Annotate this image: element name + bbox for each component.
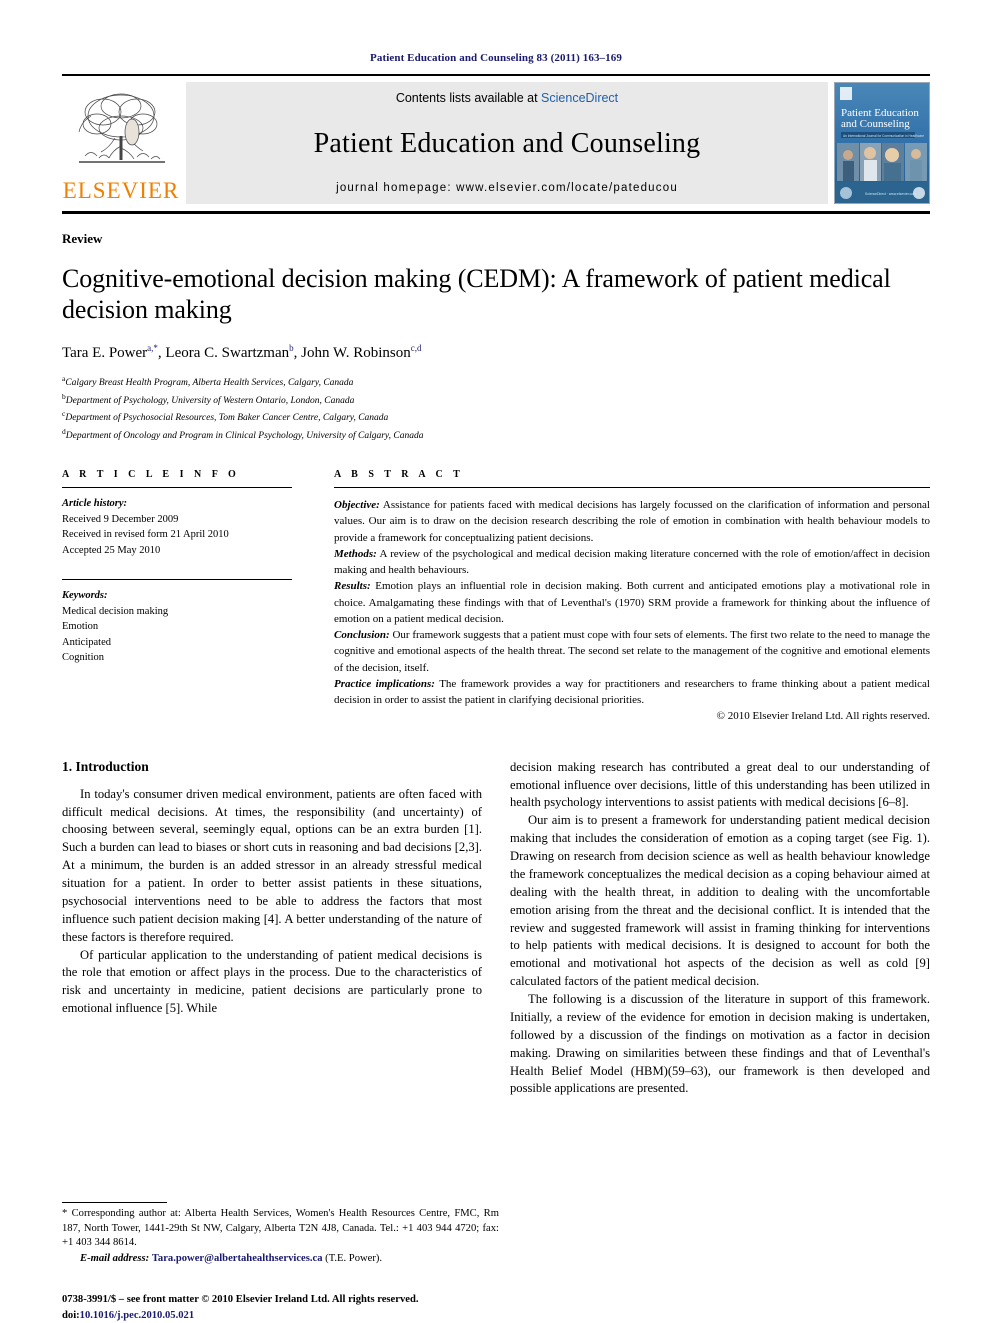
author-name: Leora C. Swartzman — [165, 345, 290, 362]
journal-cover-image: Patient Education and Counseling An Inte… — [835, 83, 929, 203]
elsevier-wordmark: ELSEVIER — [62, 178, 180, 203]
author-list: Tara E. Powera,*, Leora C. Swartzmanb, J… — [62, 343, 930, 362]
abstract-section: Conclusion: Our framework suggests that … — [334, 627, 930, 676]
corresponding-author-note: * Corresponding author at: Alberta Healt… — [62, 1207, 499, 1249]
affiliation-item: aCalgary Breast Health Program, Alberta … — [62, 373, 930, 390]
keyword-item: Cognition — [62, 652, 105, 664]
sciencedirect-link[interactable]: ScienceDirect — [541, 91, 618, 105]
body-column-right: decision making research has contributed… — [510, 759, 930, 1099]
elsevier-logo[interactable]: ELSEVIER — [62, 82, 180, 204]
abstract-section: Results: Emotion plays an influential ro… — [334, 578, 930, 627]
journal-masthead: ELSEVIER Contents lists available at Sci… — [62, 82, 930, 204]
abstract-section: Practice implications: The framework pro… — [334, 676, 930, 709]
article-history-label: Article history: — [62, 498, 128, 509]
contents-available-line: Contents lists available at ScienceDirec… — [396, 91, 618, 105]
abstract-body: Objective: Assistance for patients faced… — [334, 497, 930, 725]
abstract-section-text: Our framework suggests that a patient mu… — [334, 629, 931, 674]
contents-prefix-text: Contents lists available at — [395, 91, 538, 105]
affiliation-item: cDepartment of Psychosocial Resources, T… — [62, 408, 930, 425]
affiliation-text: Department of Psychosocial Resources, To… — [65, 413, 389, 424]
author-entry[interactable]: Leora C. Swartzmanb — [165, 343, 293, 362]
article-info-heading: A R T I C L E I N F O — [62, 469, 240, 480]
doi-line: doi:10.1016/j.pec.2010.05.021 — [62, 1308, 499, 1323]
doi-link[interactable]: 10.1016/j.pec.2010.05.021 — [80, 1310, 194, 1321]
info-and-abstract-region: A R T I C L E I N F O Article history: R… — [62, 469, 930, 725]
running-head: Patient Education and Counseling 83 (201… — [370, 52, 622, 64]
abstract-column: A B S T R A C T Objective: Assistance fo… — [312, 469, 930, 725]
masthead-bottom-rule — [62, 211, 930, 214]
body-text-left: In today's consumer driven medical envir… — [62, 786, 482, 1018]
email-link[interactable]: Tara.power@albertahealthservices.ca — [152, 1253, 323, 1264]
journal-homepage-line[interactable]: journal homepage: www.elsevier.com/locat… — [336, 182, 678, 194]
keyword-item: Anticipated — [62, 636, 111, 648]
abstract-section: Methods: A review of the psychological a… — [334, 546, 930, 579]
abstract-section-label: Conclusion: — [334, 629, 390, 642]
article-history-item: Received 9 December 2009 — [62, 513, 179, 525]
paragraph: Of particular application to the underst… — [62, 947, 482, 1016]
article-history-item: Accepted 25 May 2010 — [62, 544, 161, 556]
email-label: E-mail address: — [80, 1253, 150, 1265]
paragraph: decision making research has contributed… — [510, 759, 930, 810]
affiliation-item: bDepartment of Psychology, University of… — [62, 391, 930, 408]
journal-title: Patient Education and Counseling — [313, 127, 701, 159]
page-title: Cognitive-emotional decision making (CED… — [62, 264, 891, 325]
author-affil-marks: c,d — [410, 343, 422, 354]
body-column-left: 1. Introduction In today's consumer driv… — [62, 759, 482, 1099]
article-history-item: Received in revised form 21 April 2010 — [62, 529, 229, 541]
article-info-rule — [62, 487, 292, 488]
svg-text:An International Journal for C: An International Journal for Communicati… — [843, 134, 924, 138]
abstract-section-label: Results: — [334, 580, 371, 593]
abstract-section-label: Methods: — [334, 547, 377, 560]
journal-cover-thumbnail[interactable]: Patient Education and Counseling An Inte… — [834, 82, 930, 204]
affiliation-item: dDepartment of Oncology and Program in C… — [62, 426, 930, 443]
author-entry[interactable]: Tara E. Powera,* — [62, 343, 158, 362]
abstract-section-text: A review of the psychological and medica… — [334, 547, 930, 577]
doi-label: doi: — [62, 1309, 80, 1321]
paragraph: The following is a discussion of the lit… — [510, 992, 930, 1096]
masthead-center-panel: Contents lists available at ScienceDirec… — [186, 82, 828, 204]
paragraph: Our aim is to present a framework for un… — [510, 813, 930, 989]
journal-article-page: Patient Education and Counseling 83 (201… — [0, 0, 992, 1323]
footnote-area: * Corresponding author at: Alberta Healt… — [62, 1201, 499, 1267]
keywords-rule — [62, 579, 292, 581]
abstract-copyright: © 2010 Elsevier Ireland Ltd. All rights … — [716, 710, 930, 723]
author-name: Tara E. Power — [62, 345, 148, 362]
author-affil-marks: a,* — [147, 343, 158, 354]
body-text-right: decision making research has contributed… — [510, 759, 930, 1099]
issn-line: 0738-3991/$ – see front matter © 2010 El… — [62, 1294, 419, 1306]
abstract-section-text: Assistance for patients faced with medic… — [334, 499, 930, 544]
elsevier-tree-icon — [78, 93, 165, 163]
section-heading-introduction: 1. Introduction — [62, 758, 149, 774]
keyword-item: Medical decision making — [62, 605, 169, 617]
svg-text:ScienceDirect · www.elsevier.c: ScienceDirect · www.elsevier.com — [865, 192, 916, 196]
abstract-heading: A B S T R A C T — [334, 469, 464, 480]
author-name: John W. Robinson — [301, 345, 411, 362]
abstract-section: Objective: Assistance for patients faced… — [334, 497, 930, 546]
abstract-rule — [334, 487, 930, 488]
abstract-section-label: Objective: — [334, 499, 380, 511]
affiliation-list: aCalgary Breast Health Program, Alberta … — [62, 373, 930, 443]
masthead-top-rule — [62, 74, 930, 76]
email-owner: (T.E. Power). — [325, 1253, 383, 1265]
author-entry[interactable]: John W. Robinsonc,d — [301, 343, 422, 362]
article-body: 1. Introduction In today's consumer driv… — [62, 759, 930, 1099]
imprint-block: 0738-3991/$ – see front matter © 2010 El… — [62, 1292, 499, 1323]
article-kind-label: Review — [62, 231, 103, 246]
affiliation-text: Department of Oncology and Program in Cl… — [65, 430, 424, 441]
keywords-label: Keywords: — [62, 590, 108, 602]
article-history-block: Article history: Received 9 December 200… — [62, 496, 292, 558]
abstract-section-label: Practice implications: — [334, 677, 435, 690]
paragraph: In today's consumer driven medical envir… — [62, 786, 482, 944]
keywords-block: Keywords: Medical decision making Emotio… — [62, 588, 292, 666]
abstract-section-text: Emotion plays an influential role in dec… — [334, 580, 930, 625]
article-info-column: A R T I C L E I N F O Article history: R… — [62, 469, 312, 725]
email-note: E-mail address: Tara.power@albertahealth… — [62, 1252, 499, 1267]
svg-text:and Counseling: and Counseling — [841, 118, 910, 130]
affiliation-text: Calgary Breast Health Program, Alberta H… — [65, 378, 354, 389]
footnote-divider — [62, 1201, 167, 1203]
affiliation-text: Department of Psychology, University of … — [65, 395, 355, 406]
keyword-item: Emotion — [62, 621, 99, 633]
